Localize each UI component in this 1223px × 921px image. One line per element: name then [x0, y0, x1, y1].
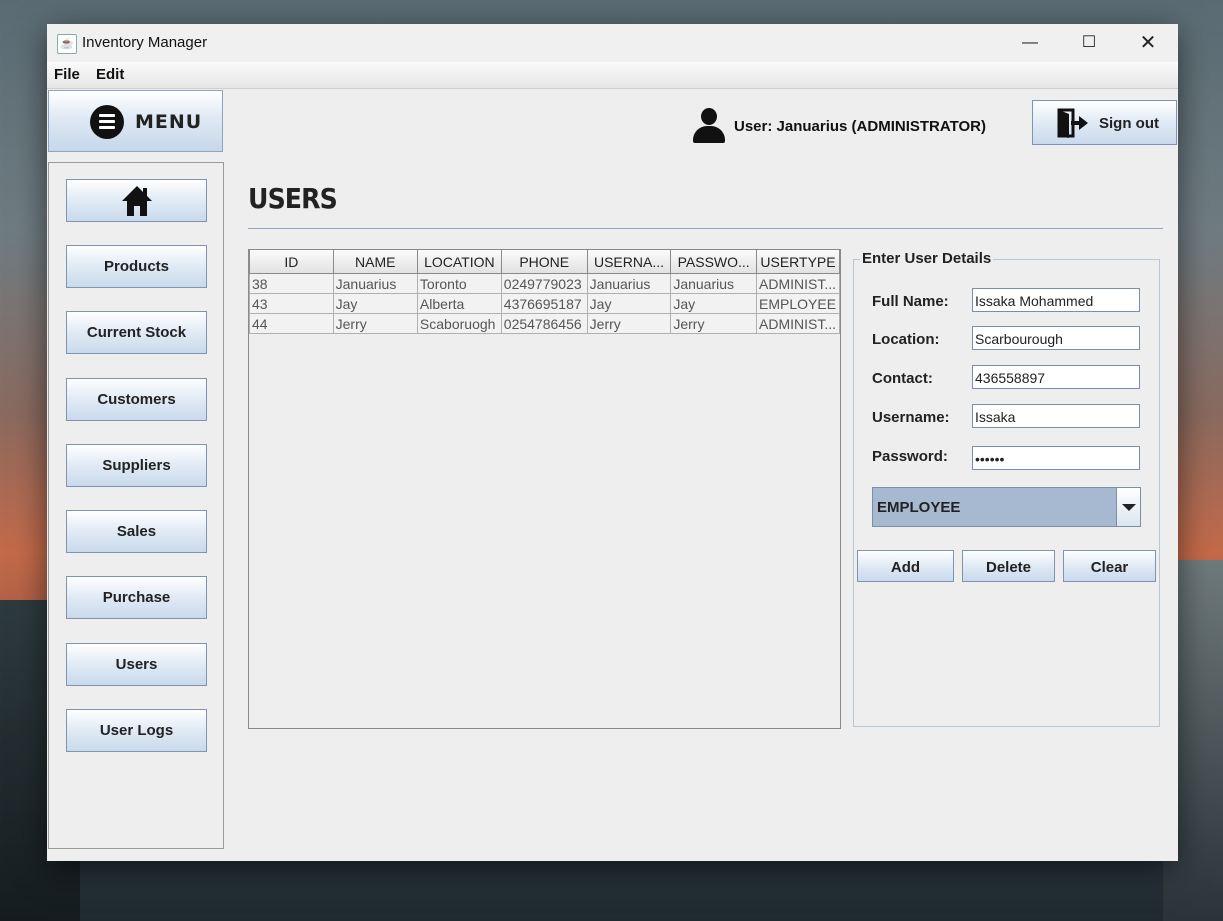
users-table[interactable]: ID NAME LOCATION PHONE USERNA... PASSWO.… [248, 249, 841, 729]
column-header-location[interactable]: LOCATION [416, 250, 502, 274]
current-user-label: User: Januarius (ADMINISTRATOR) [734, 118, 986, 135]
sign-out-label: Sign out [1099, 115, 1159, 132]
full-name-label: Full Name: [872, 293, 949, 310]
menu-label: MENU [135, 111, 203, 133]
user-details-title: Enter User Details [860, 250, 994, 267]
table-cell: Jay [586, 293, 672, 314]
table-row[interactable]: 43 Jay Alberta 4376695187 Jay Jay EMPLOY… [249, 293, 840, 314]
chevron-down-icon[interactable] [1116, 488, 1140, 526]
app-window: ☕ Inventory Manager — ☐ ✕ File Edit MENU… [47, 24, 1178, 861]
user-icon [693, 108, 725, 144]
column-header-name[interactable]: NAME [332, 250, 418, 274]
column-header-usertype[interactable]: USERTYPE [756, 250, 840, 274]
column-header-username[interactable]: USERNA... [586, 250, 672, 274]
sidebar-item-users[interactable]: Users [66, 643, 207, 686]
table-cell: Alberta [416, 293, 502, 314]
table-cell: 44 [249, 313, 334, 334]
location-field[interactable]: Scarbourough [972, 326, 1140, 350]
window-title: Inventory Manager [82, 34, 208, 51]
close-button[interactable]: ✕ [1119, 24, 1177, 62]
menu-bar: File Edit [47, 62, 1178, 89]
title-bar[interactable]: ☕ Inventory Manager — ☐ ✕ [47, 24, 1178, 62]
table-row[interactable]: 44 Jerry Scaboruogh 0254786456 Jerry Jer… [249, 313, 840, 334]
table-row[interactable]: 38 Januarius Toronto 0249779023 Januariu… [249, 273, 840, 294]
contact-label: Contact: [872, 370, 933, 387]
table-cell: 0249779023 [500, 273, 588, 294]
column-header-password[interactable]: PASSWO... [670, 250, 757, 274]
usertype-dropdown[interactable]: EMPLOYEE [872, 487, 1141, 527]
table-cell: Jay [670, 293, 757, 314]
table-cell: EMPLOYEE [756, 293, 840, 314]
password-label: Password: [872, 448, 948, 465]
sidebar-item-purchase[interactable]: Purchase [66, 576, 207, 619]
column-header-phone[interactable]: PHONE [500, 250, 588, 274]
sidebar: Products Current Stock Customers Supplie… [48, 162, 224, 849]
username-label: Username: [872, 409, 950, 426]
table-cell: Toronto [416, 273, 502, 294]
sign-out-icon [1057, 108, 1088, 138]
sidebar-item-current-stock[interactable]: Current Stock [66, 311, 207, 354]
full-name-field[interactable]: Issaka Mohammed [972, 288, 1140, 312]
sign-out-button[interactable]: Sign out [1032, 100, 1177, 145]
page-title: USERS [248, 182, 338, 215]
table-cell: Jerry [586, 313, 672, 334]
username-field[interactable]: Issaka [972, 404, 1140, 428]
sidebar-item-sales[interactable]: Sales [66, 510, 207, 553]
java-app-icon: ☕ [57, 34, 77, 54]
table-cell: Januarius [332, 273, 418, 294]
table-cell: ADMINIST... [756, 313, 840, 334]
title-divider [248, 228, 1163, 229]
location-label: Location: [872, 331, 940, 348]
usertype-selected-value: EMPLOYEE [877, 499, 961, 516]
home-icon [121, 186, 152, 216]
sidebar-item-user-logs[interactable]: User Logs [66, 709, 207, 752]
table-cell: Jerry [332, 313, 418, 334]
table-cell: 43 [249, 293, 334, 314]
add-button[interactable]: Add [857, 550, 954, 582]
minimize-button[interactable]: — [1001, 24, 1059, 62]
table-cell: 0254786456 [500, 313, 588, 334]
table-cell: Jerry [670, 313, 757, 334]
menu-toggle-button[interactable]: MENU [48, 90, 223, 152]
table-cell: Scaboruogh [416, 313, 502, 334]
menu-edit[interactable]: Edit [96, 66, 124, 83]
menu-file[interactable]: File [54, 66, 80, 83]
sidebar-item-products[interactable]: Products [66, 245, 207, 288]
maximize-button[interactable]: ☐ [1060, 24, 1118, 62]
clear-button[interactable]: Clear [1063, 550, 1156, 582]
table-cell: Jay [332, 293, 418, 314]
table-header-row: ID NAME LOCATION PHONE USERNA... PASSWO.… [249, 250, 840, 274]
table-cell: 4376695187 [500, 293, 588, 314]
sidebar-item-customers[interactable]: Customers [66, 378, 207, 421]
delete-button[interactable]: Delete [962, 550, 1055, 582]
hamburger-icon [90, 105, 124, 139]
sidebar-item-home[interactable] [66, 179, 207, 222]
table-cell: Januarius [586, 273, 672, 294]
table-cell: 38 [249, 273, 334, 294]
contact-field[interactable]: 436558897 [972, 365, 1140, 389]
table-cell: Januarius [670, 273, 757, 294]
table-cell: ADMINIST... [756, 273, 840, 294]
column-header-id[interactable]: ID [249, 250, 334, 274]
password-field[interactable]: •••••• [972, 446, 1140, 470]
sidebar-item-suppliers[interactable]: Suppliers [66, 444, 207, 487]
